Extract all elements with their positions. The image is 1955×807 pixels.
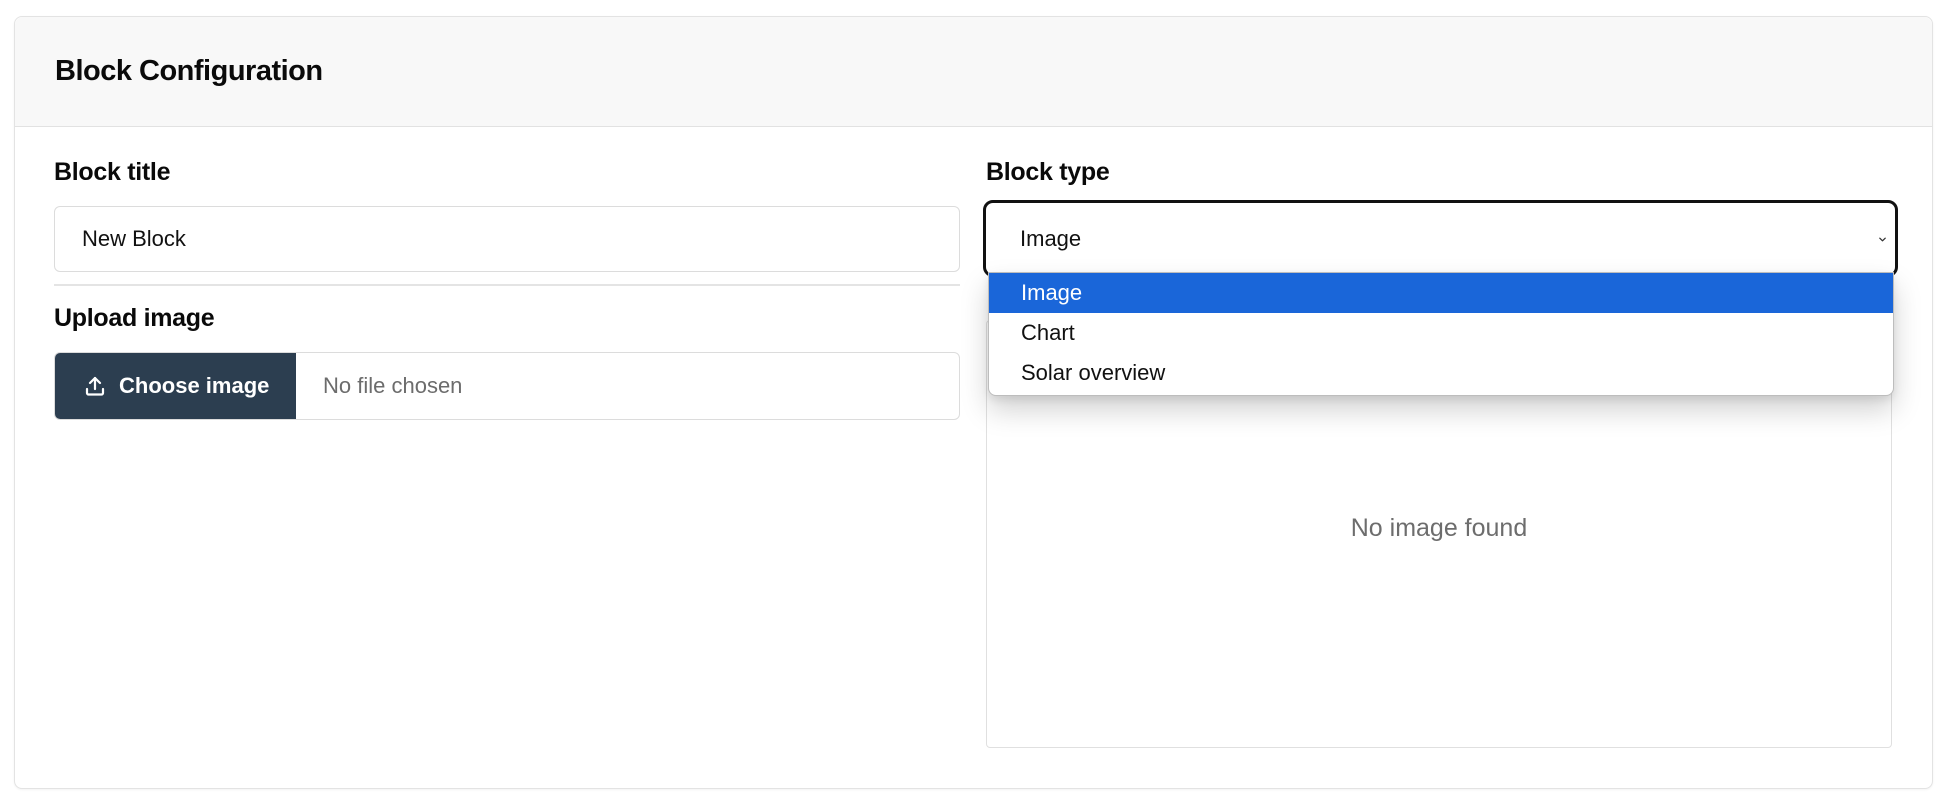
option-solar-overview[interactable]: Solar overview <box>989 353 1893 393</box>
block-type-selected-value: Image <box>1020 226 1082 251</box>
file-status-text: No file chosen <box>323 373 463 398</box>
block-title-label: Block title <box>54 158 171 186</box>
option-image[interactable]: Image <box>989 273 1893 313</box>
chevron-down-icon <box>1879 237 1886 242</box>
card-header: Block Configuration <box>15 17 1932 127</box>
section-divider <box>54 284 960 286</box>
file-upload-field[interactable]: Choose image No file chosen <box>54 352 960 420</box>
block-type-label: Block type <box>986 158 1110 186</box>
block-type-select[interactable]: Image <box>983 200 1898 277</box>
upload-image-label: Upload image <box>54 304 215 332</box>
upload-icon <box>85 376 105 396</box>
block-title-input[interactable]: New Block <box>54 206 960 272</box>
block-type-dropdown: Image Chart Solar overview <box>988 272 1894 396</box>
card-title: Block Configuration <box>55 55 323 87</box>
option-chart[interactable]: Chart <box>989 313 1893 353</box>
choose-image-label: Choose image <box>119 373 270 398</box>
choose-image-button[interactable]: Choose image <box>55 353 296 419</box>
